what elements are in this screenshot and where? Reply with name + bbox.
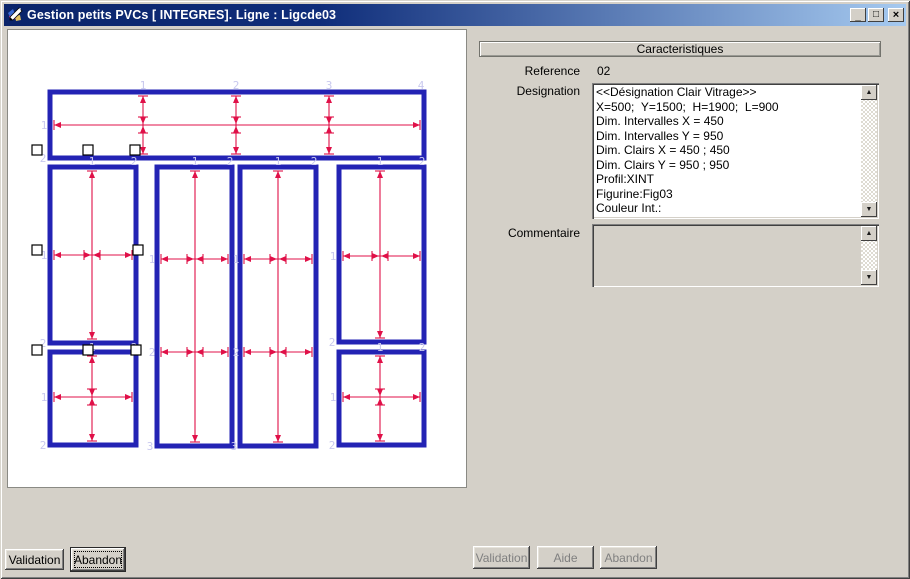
svg-text:2: 2 (131, 155, 138, 168)
commentaire-textarea[interactable]: ▲ ▼ (592, 224, 879, 287)
svg-text:1: 1 (41, 391, 48, 404)
svg-text:2: 2 (329, 439, 336, 452)
abandon-button-right[interactable]: Abandon (600, 546, 657, 569)
svg-text:2: 2 (149, 346, 156, 359)
svg-text:1: 1 (275, 155, 282, 168)
svg-text:4: 4 (418, 79, 425, 92)
svg-text:1: 1 (89, 155, 96, 168)
reference-value: 02 (597, 64, 610, 78)
svg-text:1: 1 (330, 250, 337, 263)
commentaire-label: Commentaire (470, 226, 580, 240)
validation-button[interactable]: Validation (5, 549, 64, 570)
scroll-down-button[interactable]: ▼ (861, 270, 877, 285)
maximize-icon: □ (873, 10, 879, 20)
commentaire-scrollbar[interactable]: ▲ ▼ (861, 226, 877, 285)
close-icon: × (893, 10, 899, 20)
svg-text:3: 3 (147, 440, 154, 453)
pvc-frame[interactable] (339, 167, 424, 342)
reference-label: Reference (470, 64, 580, 78)
svg-text:2: 2 (227, 155, 234, 168)
title-bar: Gestion petits PVCs [ INTEGRES]. Ligne :… (4, 4, 906, 26)
scroll-down-icon: ▼ (866, 274, 873, 281)
svg-text:1: 1 (377, 155, 384, 168)
application-window: Gestion petits PVCs [ INTEGRES]. Ligne :… (0, 0, 910, 579)
scroll-down-icon: ▼ (866, 206, 873, 213)
svg-text:2: 2 (419, 341, 426, 354)
dimension-lines (54, 96, 420, 154)
selection-handle[interactable] (32, 345, 42, 355)
validation-button-right[interactable]: Validation (473, 546, 530, 569)
designation-textarea[interactable]: <<Désignation Clair Vitrage>>X=500; Y=15… (592, 83, 879, 219)
dimension-lines (54, 356, 132, 441)
dimension-lines (343, 171, 420, 338)
svg-text:1: 1 (41, 119, 48, 132)
svg-text:2: 2 (329, 336, 336, 349)
caracteristiques-header: Caracteristiques (479, 41, 881, 57)
dimension-lines (343, 356, 420, 441)
selection-handle[interactable] (133, 245, 143, 255)
svg-text:2: 2 (40, 439, 47, 452)
designation-label: Designation (470, 84, 580, 98)
svg-text:2: 2 (419, 155, 426, 168)
svg-text:2: 2 (233, 346, 240, 359)
scroll-up-icon: ▲ (866, 230, 873, 237)
svg-text:1: 1 (192, 155, 199, 168)
svg-text:1: 1 (233, 253, 240, 266)
designation-text: <<Désignation Clair Vitrage>>X=500; Y=15… (596, 85, 860, 217)
app-icon (7, 7, 23, 23)
minimize-icon: _ (855, 12, 861, 22)
dimension-lines (54, 171, 132, 339)
selection-handle[interactable] (83, 345, 93, 355)
selection-handle[interactable] (83, 145, 93, 155)
pvc-frame[interactable] (339, 352, 424, 445)
selection-handle[interactable] (32, 245, 42, 255)
dimension-lines (244, 171, 312, 442)
aide-button[interactable]: Aide (537, 546, 594, 569)
selection-handle[interactable] (131, 345, 141, 355)
pvc-frame[interactable] (50, 352, 136, 445)
svg-text:3: 3 (231, 440, 238, 453)
selection-handle[interactable] (130, 145, 140, 155)
dimension-lines (161, 171, 228, 442)
window-title: Gestion petits PVCs [ INTEGRES]. Ligne :… (27, 8, 848, 22)
minimize-button[interactable]: _ (850, 8, 866, 22)
svg-text:1: 1 (149, 253, 156, 266)
abandon-button[interactable]: Abandon (71, 548, 125, 571)
scroll-up-icon: ▲ (866, 89, 873, 96)
svg-text:1: 1 (330, 391, 337, 404)
selection-handle[interactable] (32, 145, 42, 155)
scroll-down-button[interactable]: ▼ (861, 202, 877, 217)
svg-text:2: 2 (311, 155, 318, 168)
designation-scrollbar[interactable]: ▲ ▼ (861, 85, 877, 217)
maximize-button[interactable]: □ (868, 8, 884, 22)
svg-text:1: 1 (377, 341, 384, 354)
scroll-up-button[interactable]: ▲ (861, 226, 877, 241)
drawing-canvas[interactable]: 12341212121212121231231212121212 (7, 29, 467, 488)
svg-text:2: 2 (233, 79, 240, 92)
scroll-up-button[interactable]: ▲ (861, 85, 877, 100)
svg-text:1: 1 (140, 79, 147, 92)
close-button[interactable]: × (888, 8, 904, 22)
svg-text:3: 3 (326, 79, 333, 92)
